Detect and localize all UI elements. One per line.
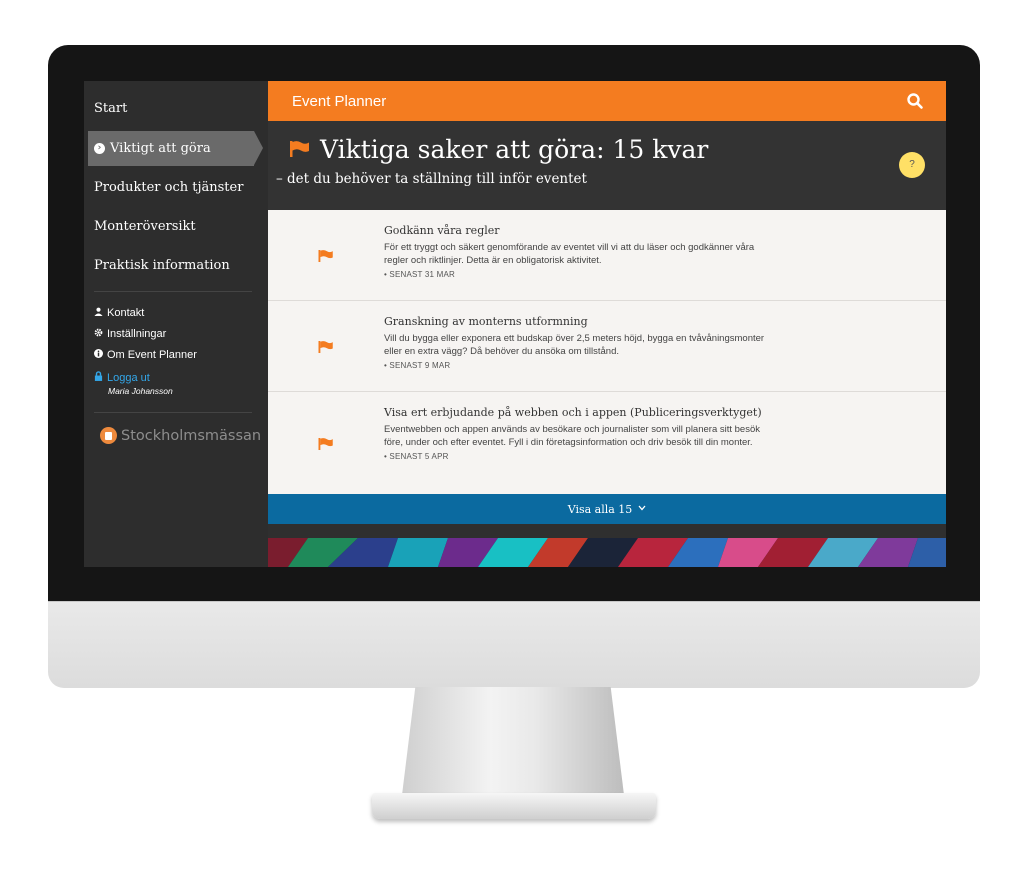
sidebar-item-label: Praktisk information (94, 258, 230, 273)
task-deadline: • SENAST 31 MAR (384, 270, 456, 279)
task-deadline: • SENAST 5 APR (384, 452, 449, 461)
banner-pattern (268, 538, 946, 567)
task-list: Godkänn våra regler För ett tryggt och s… (268, 210, 946, 494)
sidebar-item-label: Viktigt att göra (110, 141, 211, 156)
help-button[interactable]: ? (899, 152, 925, 178)
monitor-stand-base (372, 793, 656, 819)
decorative-banner (268, 538, 946, 567)
sidebar-item-label: Produkter och tjänster (94, 180, 244, 195)
page-title: Viktiga saker att göra: 15 kvar (320, 135, 709, 164)
sidebar-divider (94, 412, 252, 413)
flag-icon (318, 249, 334, 267)
sidebar-item-label: Monteröversikt (94, 219, 196, 234)
stockholmsmassan-logo-icon (100, 427, 117, 444)
page-header: Viktiga saker att göra: 15 kvar – det du… (268, 121, 946, 210)
sidebar-item-praktisk-information[interactable]: Praktisk information (94, 258, 268, 273)
info-icon (94, 349, 107, 361)
task-body: Godkänn våra regler För ett tryggt och s… (384, 224, 774, 279)
contact-label: Kontakt (107, 307, 145, 319)
task-description: Eventwebben och appen används av besökar… (384, 424, 761, 448)
sidebar-divider (94, 291, 252, 292)
sidebar-item-produkter-och-tjanster[interactable]: Produkter och tjänster (94, 180, 268, 195)
show-all-button[interactable]: Visa alla 15 (268, 494, 946, 524)
lock-icon (94, 371, 107, 384)
task-body: Visa ert erbjudande på webben och i appe… (384, 406, 764, 461)
sidebar-item-viktigt-att-gora[interactable]: › Viktigt att göra (88, 131, 263, 166)
main-content: Event Planner Viktiga saker att göra: 15… (268, 81, 946, 567)
section-gap (268, 524, 946, 538)
user-name: Maria Johansson (108, 386, 173, 396)
settings-label: Inställningar (107, 328, 167, 340)
about-link[interactable]: Om Event Planner (94, 349, 197, 361)
brand-logo: Stockholmsmässan (100, 427, 261, 444)
user-icon (94, 307, 107, 319)
logout-link[interactable]: Logga ut (94, 371, 150, 384)
monitor-chin (48, 601, 980, 688)
arrow-right-circle-icon: › (94, 143, 105, 154)
flag-icon (318, 437, 334, 455)
sidebar-item-start[interactable]: Start (94, 101, 268, 116)
search-icon[interactable] (906, 92, 924, 110)
contact-link[interactable]: Kontakt (94, 307, 144, 319)
sidebar-item-monteroversikt[interactable]: Monteröversikt (94, 219, 268, 234)
top-bar: Event Planner (268, 81, 946, 121)
flag-icon (290, 141, 310, 162)
task-body: Granskning av monterns utformning Vill d… (384, 315, 774, 370)
task-title: Visa ert erbjudande på webben och i appe… (384, 406, 762, 419)
task-description: Vill du bygga eller exponera ett budskap… (384, 333, 765, 357)
sidebar-item-label: Start (94, 101, 128, 116)
screen: Start › Viktigt att göra Produkter och t… (84, 81, 946, 567)
settings-link[interactable]: Inställningar (94, 328, 166, 340)
task-item[interactable]: Visa ert erbjudande på webben och i appe… (268, 392, 946, 494)
app-title: Event Planner (292, 92, 387, 110)
page-subtitle: – det du behöver ta ställning till inför… (276, 171, 587, 187)
monitor-stand (402, 687, 624, 795)
task-deadline: • SENAST 9 MAR (384, 361, 451, 370)
brand-name: Stockholmsmässan (121, 427, 262, 444)
logout-label: Logga ut (107, 371, 150, 384)
sidebar: Start › Viktigt att göra Produkter och t… (84, 81, 268, 567)
task-title: Godkänn våra regler (384, 224, 500, 237)
flag-icon (318, 340, 334, 358)
task-title: Granskning av monterns utformning (384, 315, 588, 328)
chevron-down-icon (638, 504, 646, 514)
about-label: Om Event Planner (107, 349, 197, 361)
show-all-label: Visa alla 15 (567, 502, 633, 516)
gear-icon (94, 328, 107, 340)
task-description: För ett tryggt och säkert genomförande a… (384, 242, 755, 266)
task-item[interactable]: Granskning av monterns utformning Vill d… (268, 301, 946, 392)
canvas: Start › Viktigt att göra Produkter och t… (0, 0, 1024, 870)
task-item[interactable]: Godkänn våra regler För ett tryggt och s… (268, 210, 946, 301)
